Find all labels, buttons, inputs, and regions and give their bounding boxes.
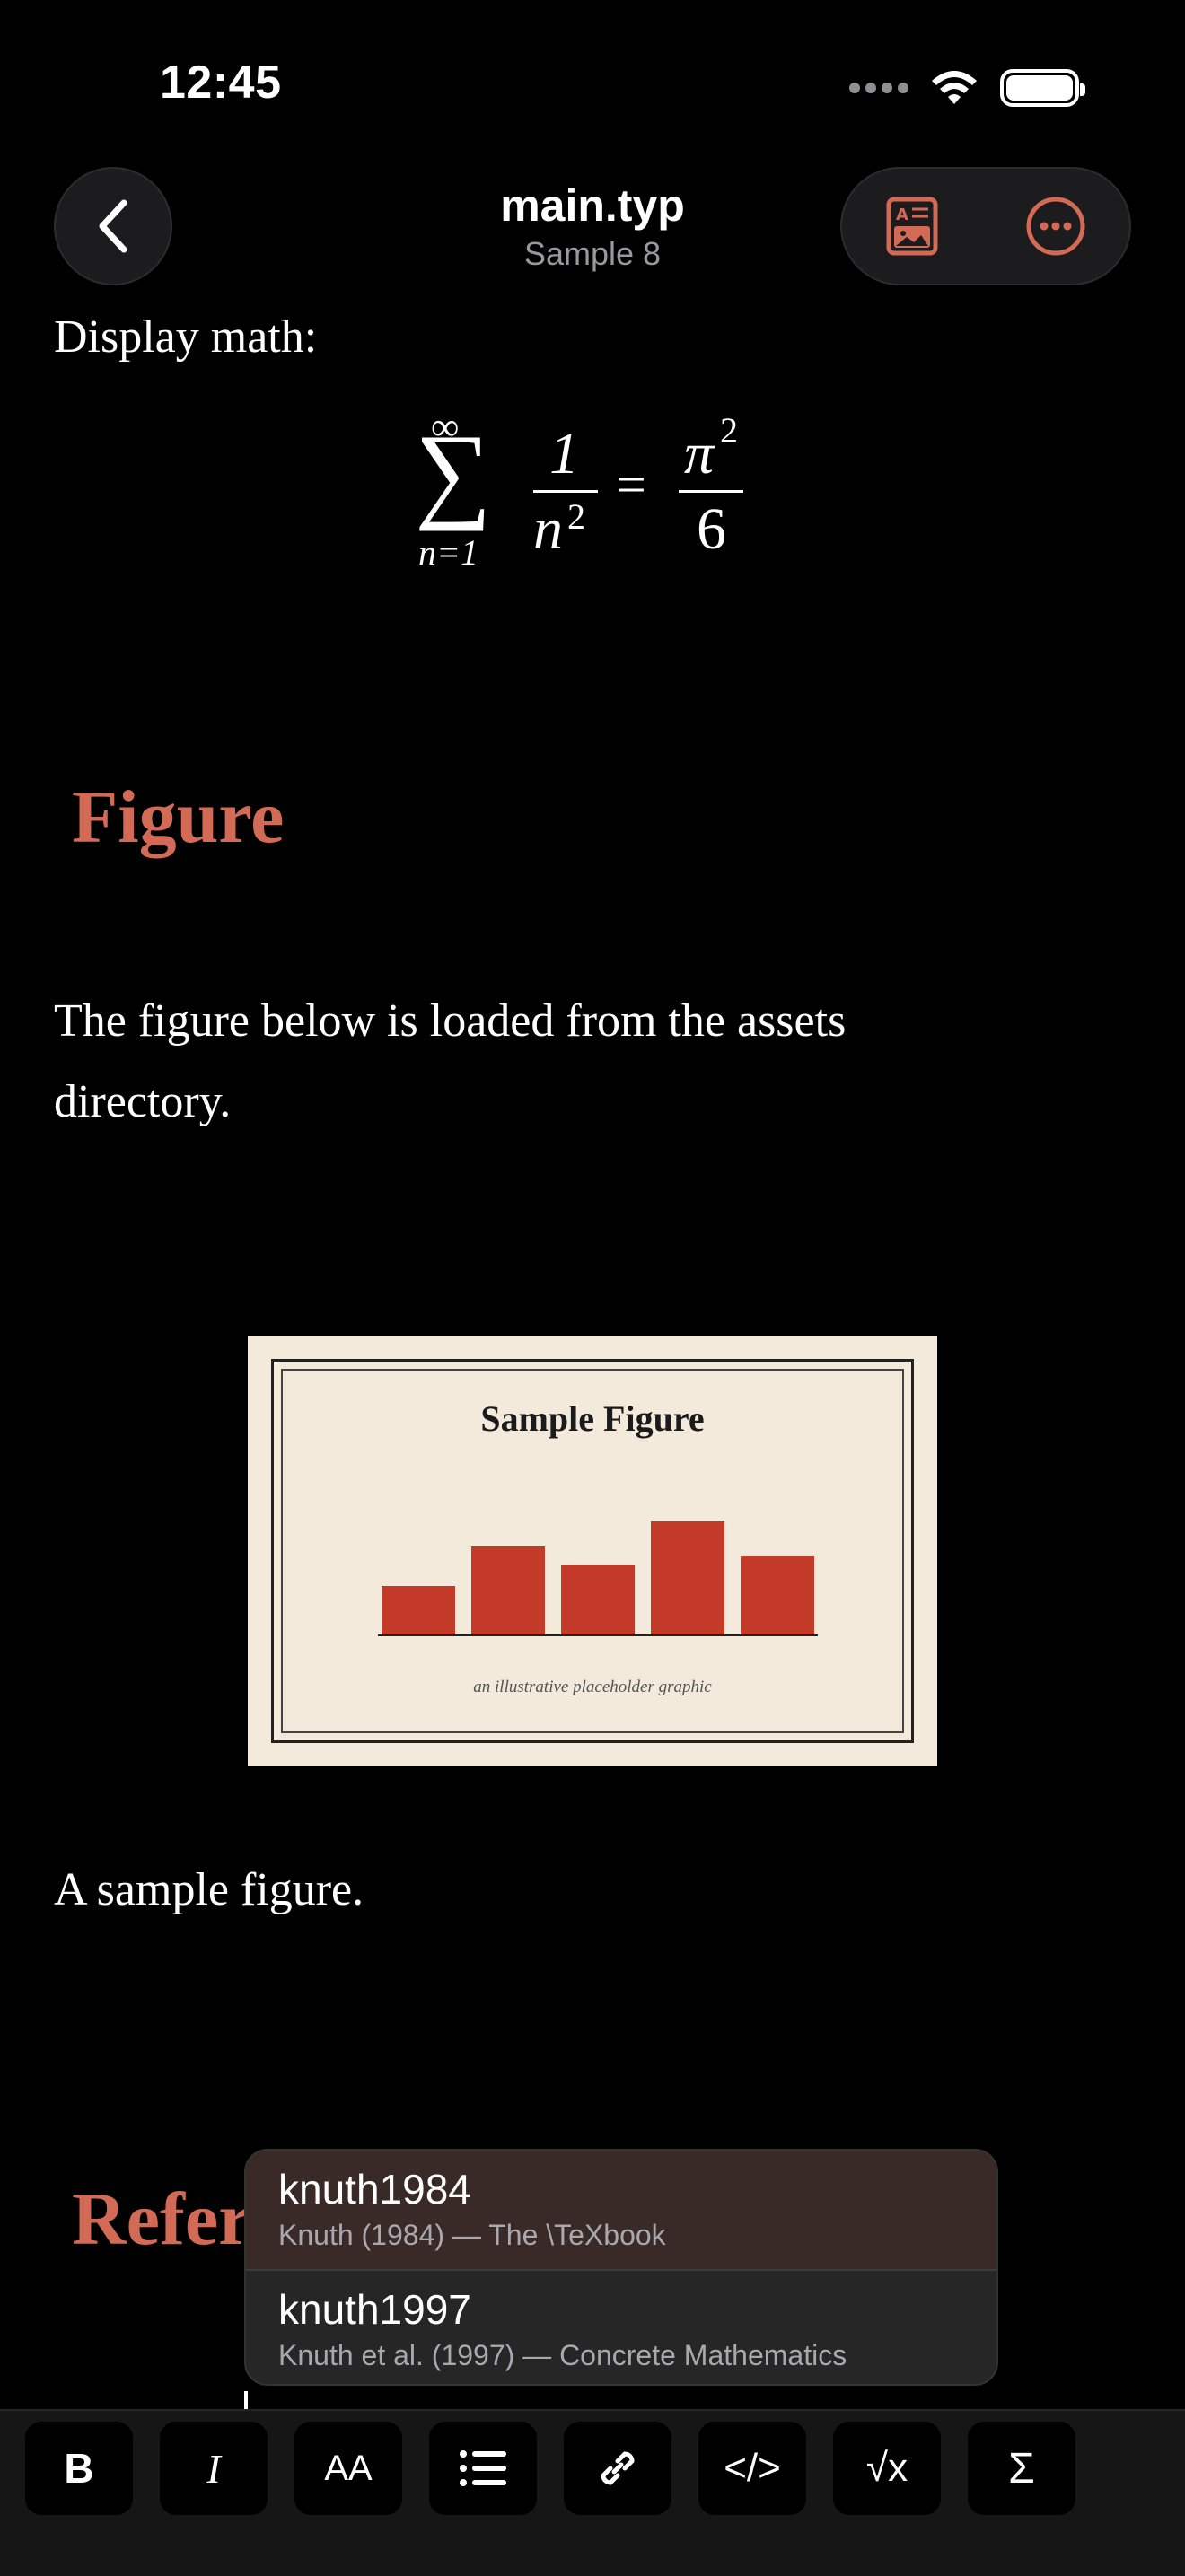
autocomplete-desc: Knuth et al. (1997) — Concrete Mathemati… bbox=[278, 2339, 847, 2371]
sum-lower: n=1 bbox=[418, 532, 478, 573]
numerator-right: π bbox=[684, 421, 715, 486]
code-button[interactable]: </> bbox=[698, 2422, 806, 2515]
figure-frame-inner: Sample Figure an illustrative placeholde… bbox=[281, 1369, 904, 1733]
autocomplete-key: knuth1984 bbox=[278, 2166, 471, 2212]
more-icon[interactable] bbox=[1025, 196, 1086, 257]
battery-icon bbox=[1000, 69, 1085, 107]
bold-button[interactable]: B bbox=[25, 2422, 133, 2515]
figure-bar bbox=[561, 1565, 635, 1634]
figure-bar bbox=[471, 1546, 545, 1634]
figure-frame-outer: Sample Figure an illustrative placeholde… bbox=[271, 1359, 914, 1743]
fraction-line-left bbox=[533, 490, 598, 493]
references-heading: Refer bbox=[72, 2177, 252, 2261]
autocomplete-item[interactable]: knuth1984 Knuth (1984) — The \TeXbook bbox=[246, 2151, 996, 2269]
status-time: 12:45 bbox=[160, 57, 282, 109]
figure-title: Sample Figure bbox=[480, 1398, 705, 1439]
list-button[interactable] bbox=[429, 2422, 537, 2515]
cellular-signal-icon bbox=[849, 83, 908, 93]
figure-inner-caption: an illustrative placeholder graphic bbox=[473, 1678, 712, 1696]
display-math-label: Display math: bbox=[54, 311, 318, 363]
italic-button[interactable]: I bbox=[160, 2422, 268, 2515]
autocomplete-item[interactable]: knuth1997 Knuth et al. (1997) — Concrete… bbox=[246, 2271, 996, 2384]
figure-bar bbox=[741, 1556, 814, 1634]
figure-bar bbox=[651, 1521, 724, 1634]
list-icon bbox=[460, 2450, 506, 2486]
figure-paragraph-line-2: directory. bbox=[54, 1076, 232, 1127]
figure-baseline bbox=[378, 1634, 818, 1636]
preview-icon[interactable]: A bbox=[885, 196, 939, 257]
svg-text:A: A bbox=[896, 206, 908, 224]
text-cursor bbox=[244, 2391, 248, 2409]
denominator-right: 6 bbox=[697, 496, 726, 562]
sum-symbol: ∑ bbox=[415, 412, 492, 531]
figure-heading: Figure bbox=[72, 775, 285, 859]
denominator-left-exp: 2 bbox=[567, 496, 585, 537]
fraction-line-right bbox=[679, 490, 743, 493]
link-icon bbox=[601, 2451, 635, 2485]
link-button[interactable] bbox=[564, 2422, 672, 2515]
numerator-left: 1 bbox=[549, 421, 579, 486]
nav-actions: A bbox=[840, 167, 1131, 285]
equals-sign: = bbox=[616, 455, 646, 514]
sum-button[interactable]: Σ bbox=[968, 2422, 1075, 2515]
sqrt-button[interactable]: √x bbox=[833, 2422, 941, 2515]
autocomplete-key: knuth1997 bbox=[278, 2286, 471, 2333]
numerator-right-exp: 2 bbox=[720, 410, 738, 451]
citation-autocomplete-popup: knuth1984 Knuth (1984) — The \TeXbook kn… bbox=[244, 2149, 998, 2386]
status-indicators bbox=[849, 63, 1085, 113]
wifi-icon bbox=[932, 71, 977, 104]
sample-figure-image: Sample Figure an illustrative placeholde… bbox=[248, 1336, 937, 1766]
figure-paragraph-line-1: The figure below is loaded from the asse… bbox=[54, 995, 847, 1047]
figure-bar bbox=[382, 1586, 455, 1634]
denominator-left: n bbox=[533, 496, 563, 562]
display-math-equation: ∞ ∑ n=1 1 n 2 = π 2 6 bbox=[415, 405, 763, 589]
text-size-button[interactable]: AA bbox=[294, 2422, 402, 2515]
figure-caption: A sample figure. bbox=[54, 1864, 364, 1915]
autocomplete-desc: Knuth (1984) — The \TeXbook bbox=[278, 2219, 666, 2251]
